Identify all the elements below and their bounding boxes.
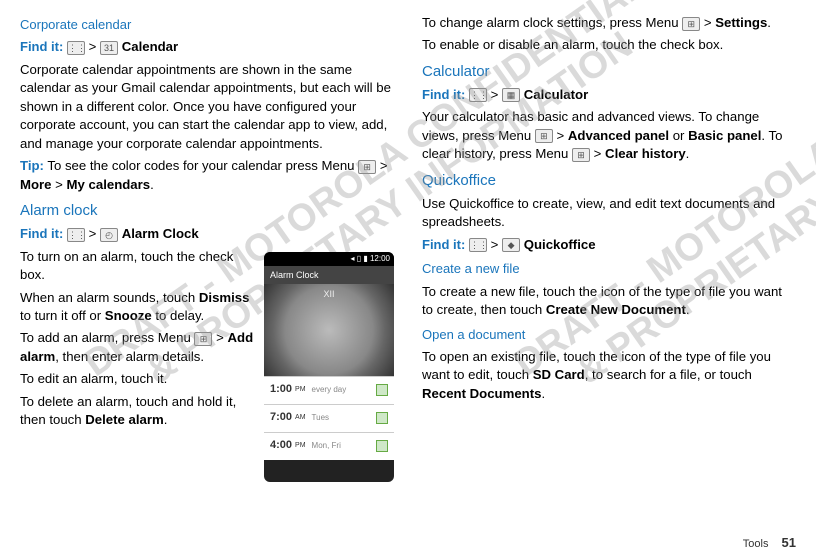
page-number: 51 bbox=[782, 535, 796, 550]
calculator-icon: ▦ bbox=[502, 88, 520, 102]
phone-screenshot: ◂ ▯ ▮ 12:00 Alarm Clock XII 1:00PMevery … bbox=[264, 252, 394, 482]
qo-intro: Use Quickoffice to create, view, and edi… bbox=[422, 195, 796, 232]
gt: > bbox=[89, 226, 97, 241]
find-it-line-qo: Find it: ⋮⋮ > ◆ Quickoffice bbox=[422, 236, 796, 254]
page-footer: Tools 51 bbox=[743, 535, 796, 550]
menu-icon: ⊞ bbox=[358, 160, 376, 174]
calc-body: Your calculator has basic and advanced v… bbox=[422, 108, 796, 163]
find-it-line-alarm: Find it: ⋮⋮ > ◴ Alarm Clock bbox=[20, 225, 394, 243]
corporate-calendar-heading: Corporate calendar bbox=[20, 16, 394, 34]
find-it-label: Find it: bbox=[20, 226, 63, 241]
apps-icon: ⋮⋮ bbox=[67, 228, 85, 242]
calendar-label: Calendar bbox=[122, 39, 178, 54]
find-it-line-calc: Find it: ⋮⋮ > ▦ Calculator bbox=[422, 86, 796, 104]
quickoffice-heading: Quickoffice bbox=[422, 170, 796, 191]
clock-numeral: XII bbox=[264, 288, 394, 301]
apps-icon: ⋮⋮ bbox=[469, 238, 487, 252]
left-column: Corporate calendar Find it: ⋮⋮ > 31 Cale… bbox=[20, 10, 394, 488]
footer-section: Tools bbox=[743, 538, 769, 550]
phone-clockface: XII bbox=[264, 284, 394, 376]
checkbox-icon bbox=[376, 412, 388, 424]
find-it-label: Find it: bbox=[422, 87, 465, 102]
find-it-label: Find it: bbox=[422, 237, 465, 252]
alarm-settings: To change alarm clock settings, press Me… bbox=[422, 14, 796, 32]
alarm-clock-heading: Alarm clock bbox=[20, 200, 394, 221]
alarm-clock-label: Alarm Clock bbox=[122, 226, 199, 241]
calculator-label: Calculator bbox=[524, 87, 589, 102]
alarm-enable: To enable or disable an alarm, touch the… bbox=[422, 36, 796, 54]
gt: > bbox=[89, 39, 97, 54]
alarm-row: 7:00AMTues bbox=[264, 404, 394, 432]
right-column: To change alarm clock settings, press Me… bbox=[422, 10, 796, 488]
quickoffice-label: Quickoffice bbox=[524, 237, 596, 252]
gt: > bbox=[491, 237, 499, 252]
apps-icon: ⋮⋮ bbox=[67, 41, 85, 55]
create-file-heading: Create a new file bbox=[422, 260, 796, 278]
quickoffice-icon: ◆ bbox=[502, 238, 520, 252]
open-doc-heading: Open a document bbox=[422, 326, 796, 344]
corp-cal-body: Corporate calendar appointments are show… bbox=[20, 61, 394, 153]
phone-app-title: Alarm Clock bbox=[264, 266, 394, 284]
menu-icon: ⊞ bbox=[572, 148, 590, 162]
tip-label: Tip: bbox=[20, 158, 44, 173]
content-columns: Corporate calendar Find it: ⋮⋮ > 31 Cale… bbox=[0, 0, 816, 488]
find-it-line: Find it: ⋮⋮ > 31 Calendar bbox=[20, 38, 394, 56]
corp-cal-tip: Tip: To see the color codes for your cal… bbox=[20, 157, 394, 194]
find-it-label: Find it: bbox=[20, 39, 63, 54]
calculator-heading: Calculator bbox=[422, 61, 796, 82]
menu-icon: ⊞ bbox=[535, 129, 553, 143]
apps-icon: ⋮⋮ bbox=[469, 88, 487, 102]
checkbox-icon bbox=[376, 384, 388, 396]
phone-status-bar: ◂ ▯ ▮ 12:00 bbox=[264, 252, 394, 266]
calendar-icon: 31 bbox=[100, 41, 118, 55]
menu-icon: ⊞ bbox=[682, 17, 700, 31]
alarm-row: 1:00PMevery day bbox=[264, 376, 394, 404]
alarm-clock-icon: ◴ bbox=[100, 228, 118, 242]
open-doc-body: To open an existing file, touch the icon… bbox=[422, 348, 796, 403]
checkbox-icon bbox=[376, 440, 388, 452]
menu-icon: ⊞ bbox=[194, 332, 212, 346]
create-file-body: To create a new file, touch the icon of … bbox=[422, 283, 796, 320]
gt: > bbox=[491, 87, 499, 102]
alarm-row: 4:00PMMon, Fri bbox=[264, 432, 394, 460]
